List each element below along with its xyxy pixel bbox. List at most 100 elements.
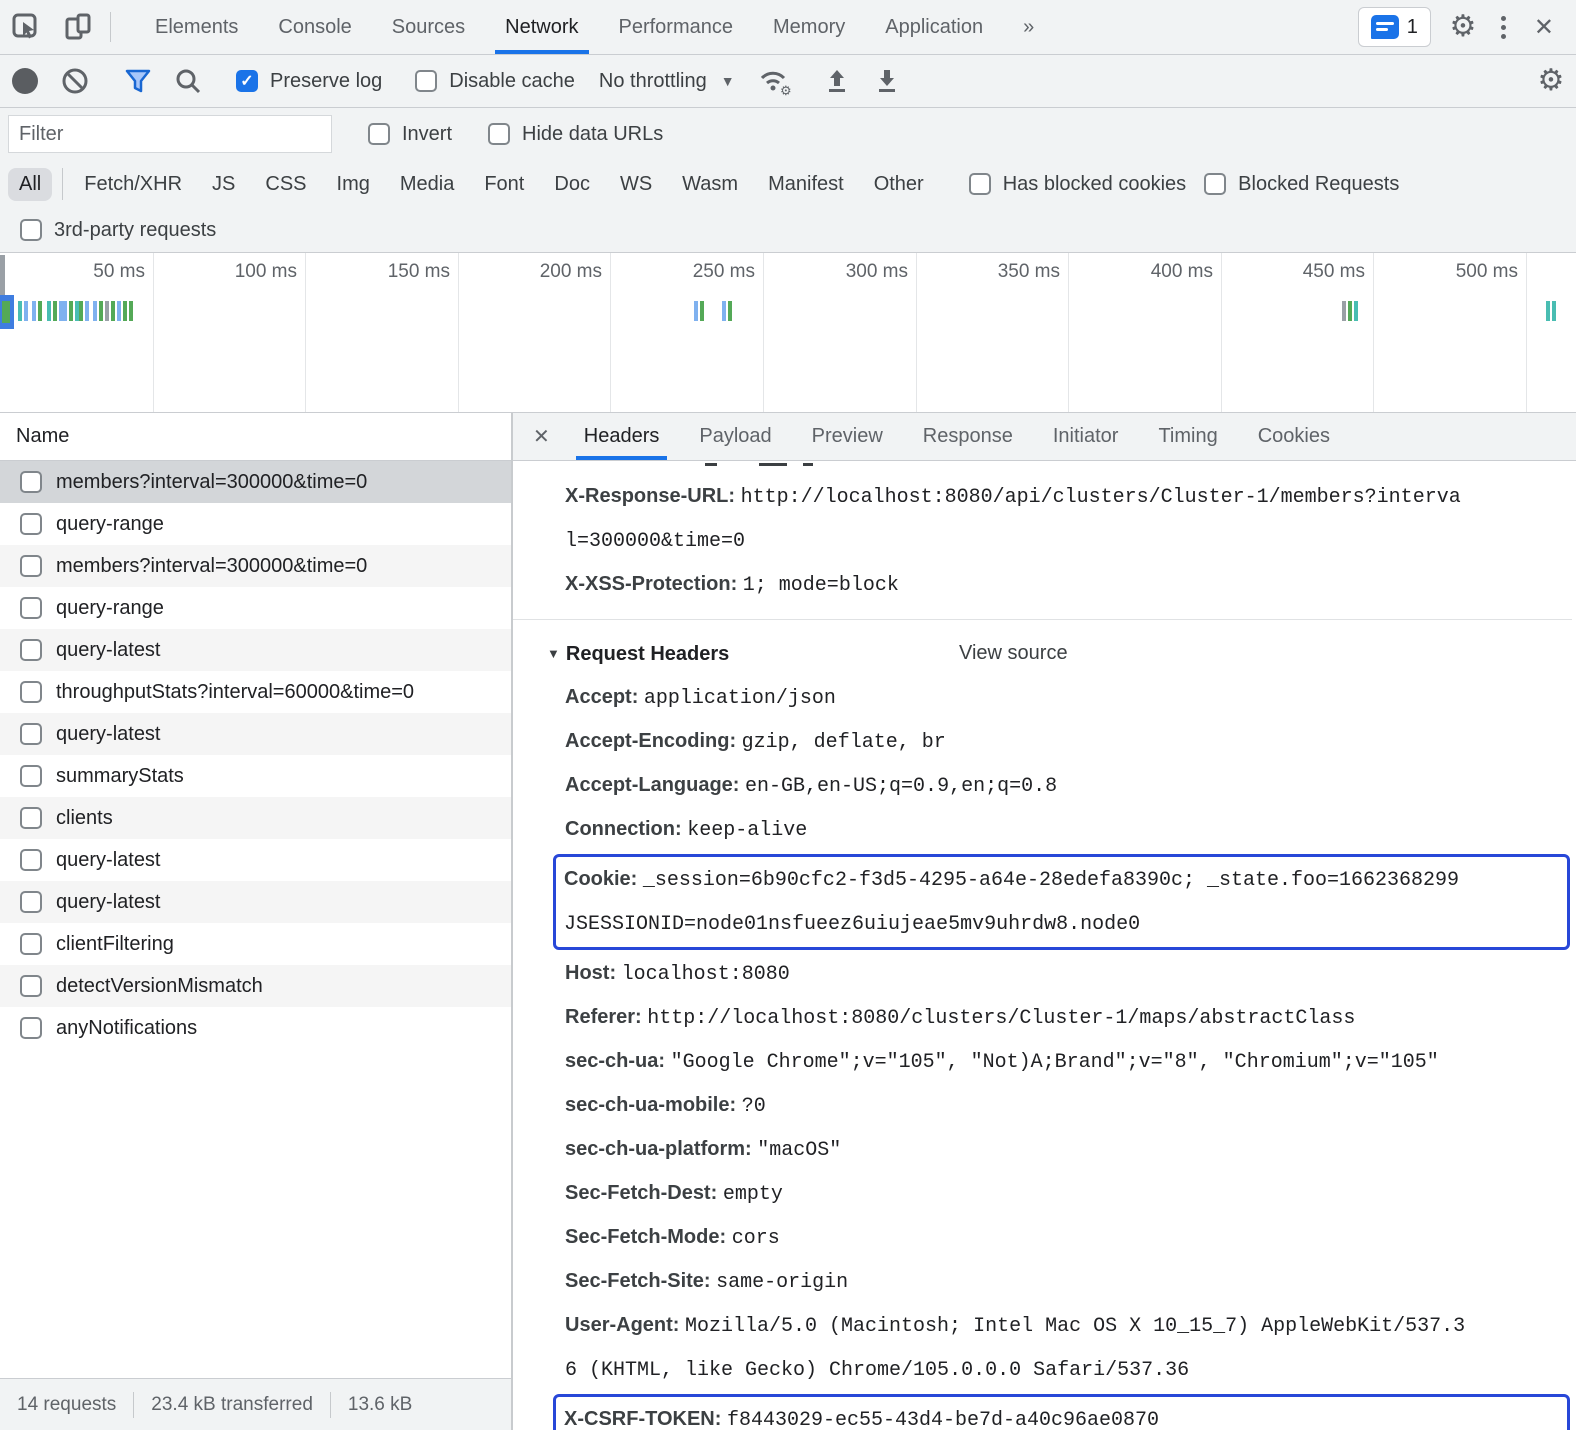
detail-tab-headers[interactable]: Headers [564,413,680,460]
type-filter-css[interactable]: CSS [254,168,317,201]
waterfall-bar [728,301,732,321]
request-checkbox[interactable] [20,471,42,493]
import-har-icon[interactable] [812,55,862,107]
detail-tab-payload[interactable]: Payload [679,413,791,460]
tab-performance[interactable]: Performance [599,0,754,54]
type-filter-doc[interactable]: Doc [543,168,601,201]
blocked-requests-checkbox[interactable]: Blocked Requests [1204,173,1399,196]
device-toolbar-icon[interactable] [52,0,104,54]
request-checkbox[interactable] [20,933,42,955]
record-icon[interactable] [0,55,50,107]
request-checkbox[interactable] [20,555,42,577]
type-filter-font[interactable]: Font [473,168,535,201]
waterfall-bar [700,301,704,321]
request-checkbox[interactable] [20,807,42,829]
table-row[interactable]: summaryStats [0,755,511,797]
issues-badge[interactable]: 1 [1358,7,1431,47]
filter-funnel-icon[interactable] [113,55,163,107]
waterfall-bar [93,301,97,321]
name-column-header[interactable]: Name [0,413,511,461]
timeline-tick-label: 350 ms [940,261,1060,283]
tab-elements[interactable]: Elements [135,0,258,54]
header-name: X-Response-URL: [565,485,741,507]
request-checkbox[interactable] [20,513,42,535]
table-row[interactable]: clients [0,797,511,839]
inspect-element-icon[interactable] [0,0,52,54]
clear-icon[interactable] [50,55,100,107]
request-checkbox[interactable] [20,765,42,787]
detail-tab-cookies[interactable]: Cookies [1238,413,1350,460]
network-overview-timeline[interactable]: 50 ms100 ms150 ms200 ms250 ms300 ms350 m… [0,253,1576,413]
table-row[interactable]: anyNotifications [0,1007,511,1049]
request-checkbox[interactable] [20,1017,42,1039]
table-row[interactable]: members?interval=300000&time=0 [0,461,511,503]
table-row[interactable]: query-latest [0,713,511,755]
has-blocked-cookies-checkbox[interactable]: Has blocked cookies [969,173,1186,196]
type-filter-js[interactable]: JS [201,168,246,201]
close-devtools-icon[interactable]: ✕ [1522,13,1566,42]
timeline-tick-label: 250 ms [635,261,755,283]
throttling-value: No throttling [599,70,707,93]
request-checkbox[interactable] [20,597,42,619]
tab-sources[interactable]: Sources [372,0,485,54]
request-checkbox[interactable] [20,975,42,997]
table-row[interactable]: query-range [0,587,511,629]
waterfall-bar [38,301,42,321]
disable-cache-checkbox[interactable]: Disable cache [405,70,585,93]
detail-tab-timing[interactable]: Timing [1138,413,1237,460]
filter-input[interactable] [8,115,332,153]
table-row[interactable]: throughputStats?interval=60000&time=0 [0,671,511,713]
header-name: Referer: [565,1006,647,1028]
network-main-area: Name members?interval=300000&time=0query… [0,413,1576,1430]
close-detail-icon[interactable]: ✕ [513,413,564,460]
tab-network[interactable]: Network [485,0,598,54]
preserve-log-checkbox[interactable]: ✓ Preserve log [226,70,392,93]
triangle-down-icon: ▼ [547,646,560,661]
detail-tab-response[interactable]: Response [903,413,1033,460]
settings-gear-icon[interactable]: ⚙ [1441,12,1485,42]
request-headers-section[interactable]: ▼Request HeadersView source [547,632,1572,676]
kebab-menu-icon[interactable] [1485,16,1522,39]
table-row[interactable]: query-latest [0,839,511,881]
search-icon[interactable] [163,55,213,107]
timeline-gridline [305,253,306,412]
invert-checkbox[interactable]: Invert [368,123,452,146]
detail-tab-initiator[interactable]: Initiator [1033,413,1139,460]
table-row[interactable]: query-latest [0,881,511,923]
request-checkbox[interactable] [20,639,42,661]
export-har-icon[interactable] [862,55,912,107]
table-row[interactable]: query-range [0,503,511,545]
header-name: Host: [565,962,622,984]
table-row[interactable]: query-latest [0,629,511,671]
more-tabs-button[interactable]: » [1003,0,1054,54]
request-name: query-latest [56,723,161,746]
detail-tab-preview[interactable]: Preview [792,413,903,460]
type-filter-ws[interactable]: WS [609,168,663,201]
tab-memory[interactable]: Memory [753,0,865,54]
table-row[interactable]: members?interval=300000&time=0 [0,545,511,587]
type-filter-manifest[interactable]: Manifest [757,168,855,201]
type-filter-other[interactable]: Other [863,168,935,201]
tab-application[interactable]: Application [865,0,1003,54]
table-row[interactable]: clientFiltering [0,923,511,965]
request-checkbox[interactable] [20,849,42,871]
type-filter-fetch-xhr[interactable]: Fetch/XHR [73,168,193,201]
header-name: User-Agent: [565,1314,685,1336]
request-checkbox[interactable] [20,681,42,703]
type-filter-wasm[interactable]: Wasm [671,168,749,201]
type-filter-img[interactable]: Img [326,168,381,201]
third-party-checkbox[interactable]: 3rd-party requests [20,219,216,242]
type-filter-media[interactable]: Media [389,168,465,201]
network-settings-gear-icon[interactable]: ⚙ [1526,55,1576,107]
hide-data-urls-checkbox[interactable]: Hide data URLs [488,123,663,146]
type-filter-all[interactable]: All [8,168,52,201]
throttling-dropdown[interactable]: No throttling ▼ [585,70,749,93]
tab-console[interactable]: Console [258,0,371,54]
view-source-link[interactable]: View source [959,632,1068,675]
header-name: sec-ch-ua-platform: [565,1138,757,1160]
network-conditions-icon[interactable]: ⚙ [749,55,799,107]
request-checkbox[interactable] [20,723,42,745]
table-row[interactable]: detectVersionMismatch [0,965,511,1007]
waterfall-bar [1546,301,1550,321]
request-checkbox[interactable] [20,891,42,913]
